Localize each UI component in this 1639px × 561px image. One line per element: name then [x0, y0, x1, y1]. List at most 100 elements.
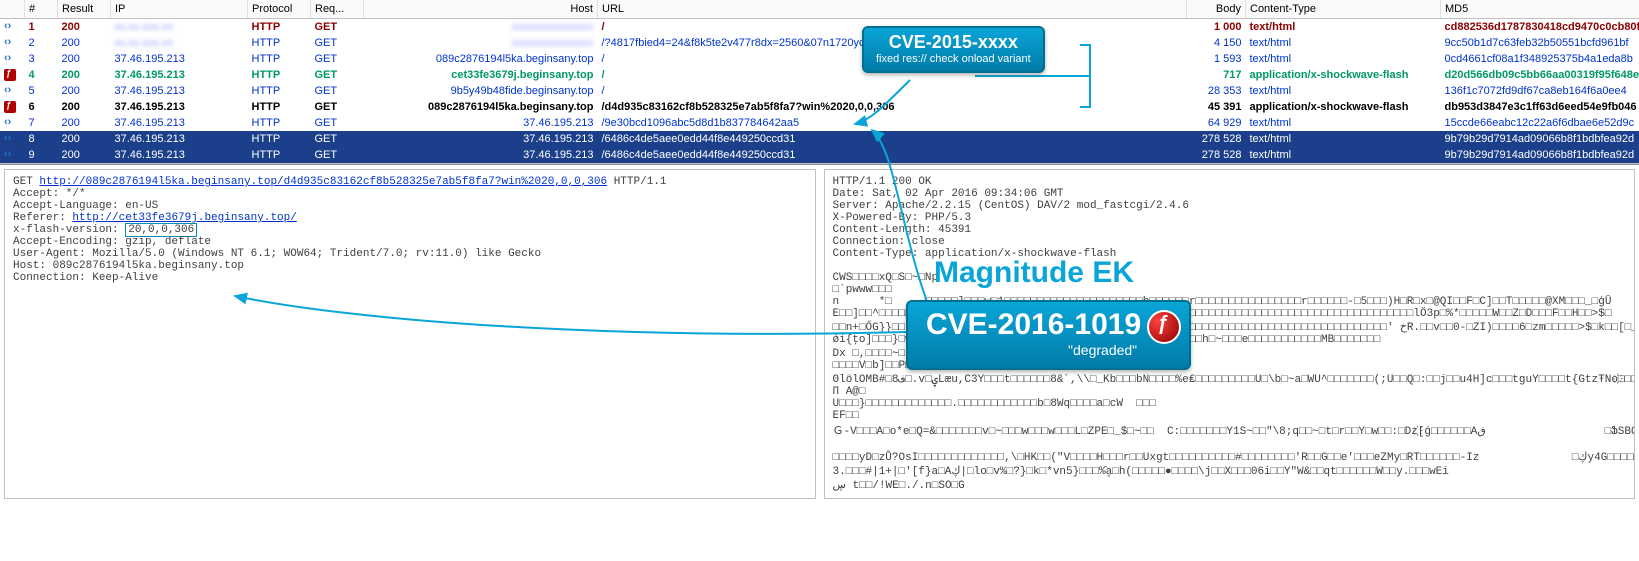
cell-url: /6486c4de5aee0edd44f8e449250ccd31: [602, 133, 796, 145]
cell-host: xxxxxxxxxxxxxxx: [511, 37, 594, 49]
cell-md5: 9b79b29d7914ad09066b8f1bdbfea92d: [1445, 149, 1635, 161]
cell-md5: 0cd4661cf08a1f348925375b4a1eda8b: [1445, 53, 1633, 65]
cell-protocol: HTTP: [252, 37, 281, 49]
request-url-link[interactable]: http://089c2876194l5ka.beginsany.top/d4d…: [39, 176, 607, 188]
cell-host: 37.46.195.213: [523, 133, 593, 145]
flash-version-box: 20,0,0,306: [125, 223, 197, 237]
cell-ct: application/x-shockwave-flash: [1250, 101, 1409, 113]
col-md5[interactable]: MD5: [1441, 0, 1639, 19]
table-header-row[interactable]: # Result IP Protocol Req... Host URL Bod…: [0, 0, 1639, 19]
cell-protocol: HTTP: [252, 101, 281, 113]
cell-result: 200: [62, 69, 80, 81]
cell-ip: 37.46.195.213: [115, 117, 185, 129]
cell-method: GET: [315, 85, 338, 97]
cell-host: 089c2876194l5ka.beginsany.top: [436, 53, 594, 65]
session-icon: [4, 52, 18, 66]
cell-result: 200: [62, 37, 80, 49]
session-icon: [4, 116, 18, 130]
table-row[interactable]: 520037.46.195.213HTTPGET9b5y49b48fide.be…: [0, 83, 1639, 99]
cell-md5: d20d566db09c5bb66aa00319f95f648e: [1445, 69, 1639, 81]
cell-ct: text/html: [1250, 149, 1292, 161]
cell-ct: text/html: [1250, 85, 1292, 97]
annotation-cve2015-sub: fixed res:// check onload variant: [876, 53, 1031, 65]
cell-n: 5: [29, 85, 35, 97]
session-icon: [4, 84, 18, 98]
cell-n: 8: [29, 133, 35, 145]
col-ip[interactable]: IP: [111, 0, 248, 19]
session-icon: [4, 132, 18, 146]
table-row[interactable]: 920037.46.195.213HTTPGET37.46.195.213/64…: [0, 147, 1639, 163]
cell-host: 37.46.195.213: [523, 149, 593, 161]
cell-method: GET: [315, 37, 338, 49]
session-icon: [4, 20, 18, 34]
col-content-type[interactable]: Content-Type: [1246, 0, 1441, 19]
table-row[interactable]: 420037.46.195.213HTTPGETcet33fe3679j.beg…: [0, 67, 1639, 83]
cell-protocol: HTTP: [252, 21, 281, 33]
cell-ip: 37.46.195.213: [115, 133, 185, 145]
col-url[interactable]: URL: [598, 0, 1187, 19]
cell-host: cet33fe3679j.beginsany.top: [451, 69, 593, 81]
cell-url: /: [602, 69, 605, 81]
cell-result: 200: [62, 117, 80, 129]
cell-result: 200: [62, 85, 80, 97]
cell-ip: 37.46.195.213: [115, 101, 185, 113]
cell-result: 200: [62, 101, 80, 113]
cell-md5: cd882536d1787830418cd9470c0cb80f: [1445, 21, 1639, 33]
annotation-cve2016-title: CVE-2016-1019: [926, 308, 1141, 341]
col-method[interactable]: Req...: [311, 0, 364, 19]
col-protocol[interactable]: Protocol: [248, 0, 311, 19]
cell-n: 3: [29, 53, 35, 65]
annotation-cve2015-title: CVE-2015-xxxx: [889, 32, 1018, 52]
cell-host: xxxxxxxxxxxxxxx: [511, 21, 594, 33]
cell-ip: 37.46.195.213: [115, 69, 185, 81]
cell-md5: db953d3847e3c1ff63d6eed54e9fb046: [1445, 101, 1637, 113]
cell-n: 2: [29, 37, 35, 49]
cell-method: GET: [315, 53, 338, 65]
col-number[interactable]: #: [25, 0, 58, 19]
table-row[interactable]: 720037.46.195.213HTTPGET37.46.195.213/9e…: [0, 115, 1639, 131]
col-result[interactable]: Result: [58, 0, 111, 19]
cell-url: /6486c4de5aee0edd44f8e449250ccd31: [602, 149, 796, 161]
cell-result: 200: [62, 21, 80, 33]
cell-protocol: HTTP: [252, 149, 281, 161]
cell-n: 7: [29, 117, 35, 129]
table-row[interactable]: 1200xx.xx.xxx.xxHTTPGETxxxxxxxxxxxxxxx/1…: [0, 19, 1639, 36]
cell-ip: xx.xx.xxx.xx: [115, 21, 174, 33]
cell-body: 4 150: [1214, 37, 1242, 49]
cell-result: 200: [62, 53, 80, 65]
cell-md5: 9b79b29d7914ad09066b8f1bdbfea92d: [1445, 133, 1635, 145]
annotation-magnitude: Magnitude EK: [934, 256, 1134, 290]
flash-icon: [4, 69, 16, 81]
cell-ip: 37.46.195.213: [115, 85, 185, 97]
cell-method: GET: [315, 133, 338, 145]
session-icon: [4, 148, 18, 162]
col-host[interactable]: Host: [364, 0, 598, 19]
cell-ct: text/html: [1250, 37, 1292, 49]
table-row[interactable]: 820037.46.195.213HTTPGET37.46.195.213/64…: [0, 131, 1639, 147]
col-body[interactable]: Body: [1187, 0, 1246, 19]
cell-md5: 9cc50b1d7c63feb32b50551bcfd961bf: [1445, 37, 1629, 49]
cell-body: 1 000: [1214, 21, 1242, 33]
cell-method: GET: [315, 69, 338, 81]
table-row[interactable]: 320037.46.195.213HTTPGET089c2876194l5ka.…: [0, 51, 1639, 67]
request-inspector[interactable]: GET http://089c2876194l5ka.beginsany.top…: [4, 169, 816, 499]
table-row[interactable]: 620037.46.195.213HTTPGET089c2876194l5ka.…: [0, 99, 1639, 115]
cell-ct: text/html: [1250, 133, 1292, 145]
cell-protocol: HTTP: [252, 85, 281, 97]
cell-body: 278 528: [1202, 133, 1242, 145]
cell-protocol: HTTP: [252, 117, 281, 129]
cell-url: /9e30bcd1096abc5d8d1b837784642aa5: [602, 117, 800, 129]
annotation-cve2015: CVE-2015-xxxx fixed res:// check onload …: [862, 26, 1045, 73]
cell-ct: text/html: [1250, 53, 1292, 65]
session-table: # Result IP Protocol Req... Host URL Bod…: [0, 0, 1639, 164]
cell-body: 64 929: [1208, 117, 1242, 129]
cell-method: GET: [315, 149, 338, 161]
cell-result: 200: [62, 149, 80, 161]
flash-icon: [4, 101, 16, 113]
table-row[interactable]: 2200xx.xx.xxx.xxHTTPGETxxxxxxxxxxxxxxx/?…: [0, 35, 1639, 51]
cell-ct: text/html: [1250, 117, 1292, 129]
cell-md5: 15ccde66eabc12c22a6f6dbae6e52d9c: [1445, 117, 1635, 129]
annotation-cve2016: CVE-2016-1019 "degraded": [906, 300, 1191, 370]
cell-host: 37.46.195.213: [523, 117, 593, 129]
cell-url: /d4d935c83162cf8b528325e7ab5f8fa7?win%20…: [602, 101, 895, 113]
